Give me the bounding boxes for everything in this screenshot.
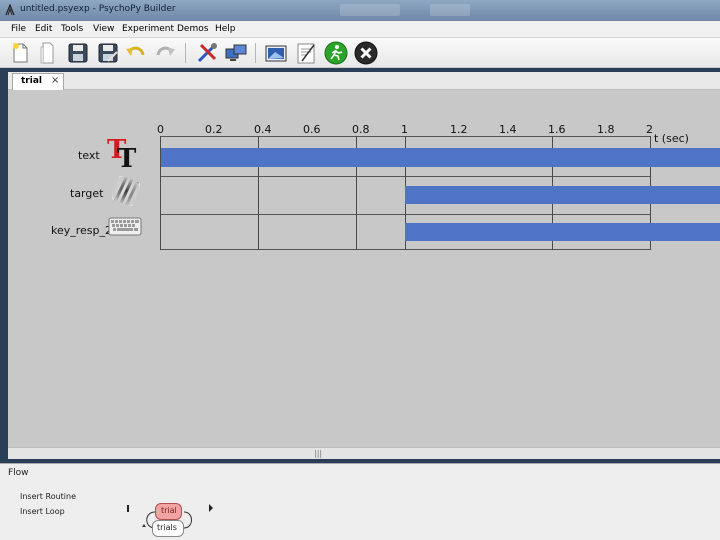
- insert-loop-button[interactable]: Insert Loop: [20, 507, 65, 516]
- title-bar: untitled.psyexp - PsychoPy Builder: [0, 0, 720, 21]
- flow-loop-label: trials: [157, 523, 177, 532]
- menu-edit[interactable]: Edit: [35, 24, 52, 34]
- component-bar-key-resp[interactable]: [405, 223, 720, 241]
- save-icon[interactable]: [66, 41, 90, 65]
- psychopy-app-icon: [5, 4, 15, 16]
- component-bar-target[interactable]: [405, 186, 720, 204]
- tab-label: trial: [21, 76, 42, 86]
- flow-title: Flow: [8, 468, 29, 478]
- menu-view[interactable]: View: [93, 24, 114, 34]
- routine-tabs: trial ×: [8, 72, 720, 90]
- component-name-text[interactable]: text: [78, 149, 100, 162]
- menu-bar: File Edit Tools View Experiment Demos He…: [0, 21, 720, 38]
- stop-icon[interactable]: [354, 41, 378, 65]
- menu-tools[interactable]: Tools: [61, 24, 83, 34]
- grating-component-icon[interactable]: [112, 176, 140, 206]
- toolbar-separator: [255, 43, 256, 63]
- toolbar: [0, 38, 720, 68]
- undo-icon[interactable]: [124, 41, 148, 65]
- time-tick: 1.6: [548, 123, 566, 136]
- monitor-center-icon[interactable]: [224, 41, 248, 65]
- component-name-key-resp[interactable]: key_resp_2: [51, 224, 112, 237]
- menu-demos[interactable]: Demos: [177, 24, 208, 34]
- time-tick: 1.2: [450, 123, 468, 136]
- close-icon[interactable]: ×: [51, 75, 59, 86]
- scrollbar-grip[interactable]: |||: [314, 449, 322, 458]
- flow-loop-trials[interactable]: trials: [152, 520, 184, 537]
- experiment-settings-icon[interactable]: [264, 41, 288, 65]
- text-component-icon[interactable]: T T: [106, 134, 144, 170]
- time-tick: 0: [157, 123, 164, 136]
- component-bar-text[interactable]: [161, 148, 720, 167]
- time-tick: 0.6: [303, 123, 321, 136]
- svg-text:T: T: [117, 144, 137, 170]
- time-tick: 0.8: [352, 123, 370, 136]
- time-tick: 1.4: [499, 123, 517, 136]
- time-tick: 1: [401, 123, 408, 136]
- routine-panel: 0 0.2 0.4 0.6 0.8 1 1.2 1.4 1.6 1.8 2 t …: [8, 90, 720, 447]
- time-tick: 0.4: [254, 123, 272, 136]
- compile-script-icon[interactable]: [294, 41, 318, 65]
- tab-trial[interactable]: trial ×: [12, 73, 64, 90]
- flow-routine-label: trial: [161, 506, 177, 515]
- new-file-icon[interactable]: [8, 41, 32, 65]
- window-title: untitled.psyexp - PsychoPy Builder: [20, 4, 176, 14]
- component-name-target[interactable]: target: [70, 187, 103, 200]
- save-as-icon[interactable]: [96, 41, 120, 65]
- background-window-ghost: [430, 4, 470, 16]
- background-window-ghost: [340, 4, 400, 16]
- toolbar-separator: [185, 43, 186, 63]
- redo-icon[interactable]: [153, 41, 177, 65]
- keyboard-component-icon[interactable]: [108, 216, 142, 238]
- flow-panel: Flow Insert Routine Insert Loop trial tr…: [0, 463, 720, 540]
- time-tick: 1.8: [597, 123, 615, 136]
- time-tick: 2: [646, 123, 653, 136]
- preferences-icon[interactable]: [195, 41, 219, 65]
- menu-help[interactable]: Help: [215, 24, 236, 34]
- menu-experiment[interactable]: Experiment: [122, 24, 174, 34]
- run-icon[interactable]: [324, 41, 348, 65]
- flow-routine-trial[interactable]: trial: [155, 503, 182, 520]
- horizontal-scrollbar[interactable]: |||: [8, 447, 720, 459]
- time-tick: 0.2: [205, 123, 223, 136]
- open-file-icon[interactable]: [36, 41, 60, 65]
- insert-routine-button[interactable]: Insert Routine: [20, 492, 76, 501]
- menu-file[interactable]: File: [11, 24, 26, 34]
- time-unit-label: t (sec): [654, 132, 689, 145]
